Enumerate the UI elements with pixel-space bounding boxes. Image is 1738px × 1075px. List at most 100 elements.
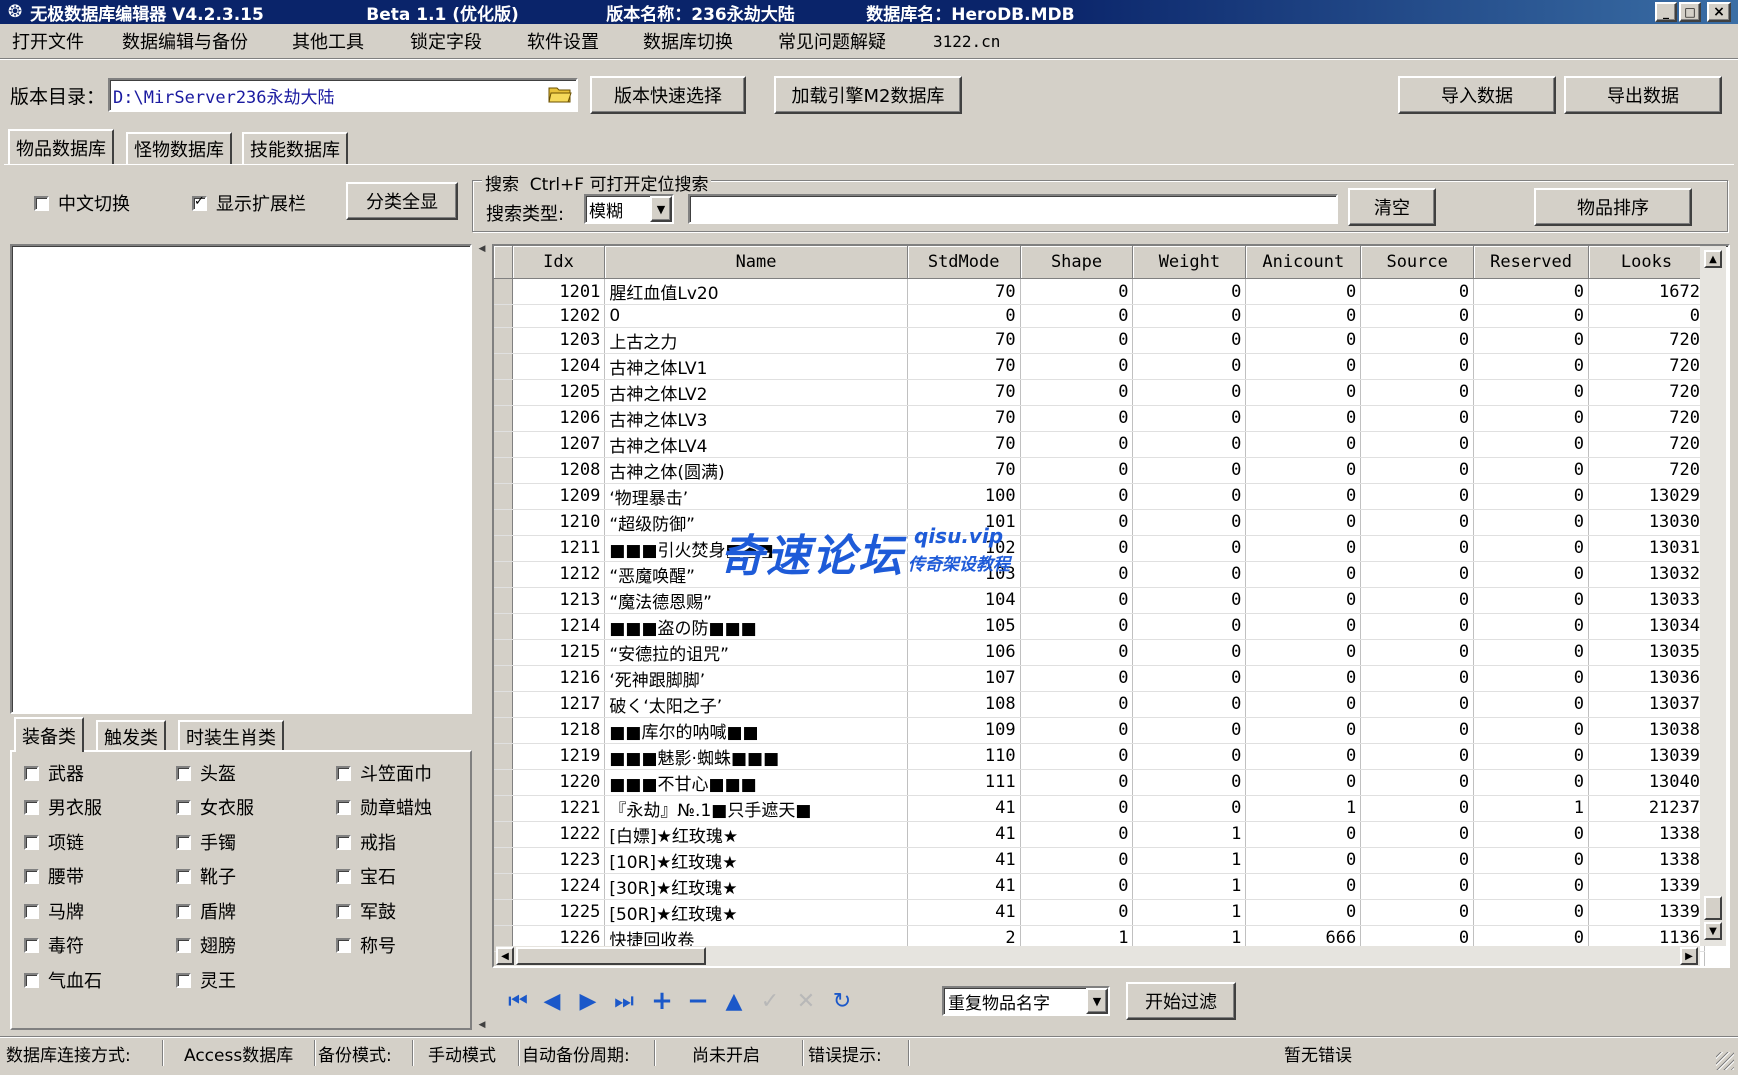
table-cell-shape[interactable]: 0 (1020, 691, 1134, 718)
table-cell-stdmode[interactable]: 105 (907, 613, 1021, 640)
tab-trigger[interactable]: 触发类 (96, 720, 166, 752)
insert-record-icon[interactable]: + (648, 986, 676, 1016)
col-idx[interactable]: Idx (512, 246, 606, 279)
table-cell-idx[interactable]: 1213 (512, 587, 606, 614)
search-input[interactable] (688, 194, 1338, 224)
table-cell-source[interactable]: 0 (1360, 304, 1475, 328)
col-source[interactable]: Source (1360, 246, 1475, 279)
table-cell-anicount[interactable]: 0 (1245, 769, 1362, 796)
table-cell-anicount[interactable]: 0 (1245, 535, 1362, 562)
table-cell-idx[interactable]: 1205 (512, 379, 606, 406)
table-cell-name[interactable]: ‘死神跟脚脚’ (604, 665, 908, 692)
table-cell-idx[interactable]: 1203 (512, 327, 606, 354)
col-looks[interactable]: Looks (1588, 246, 1705, 279)
import-button[interactable]: 导入数据 (1398, 76, 1556, 114)
row-indicator[interactable] (494, 353, 513, 380)
table-cell-reserved[interactable]: 0 (1473, 278, 1589, 305)
category-checkbox[interactable]: 宝石 (336, 863, 396, 889)
table-cell-reserved[interactable]: 0 (1473, 769, 1589, 796)
panel-splitter[interactable]: ◀ ◀ (476, 244, 488, 1030)
table-cell-anicount[interactable]: 0 (1245, 639, 1362, 666)
table-row[interactable]: 1212 “恶魔唤醒” 103 0 0 0 0 0 13032 (494, 561, 1705, 588)
table-cell-looks[interactable]: 13031 (1588, 535, 1705, 562)
table-cell-weight[interactable]: 0 (1132, 769, 1247, 796)
table-cell-weight[interactable]: 1 (1132, 821, 1247, 848)
table-cell-shape[interactable]: 0 (1020, 821, 1134, 848)
table-cell-source[interactable]: 0 (1360, 587, 1475, 614)
table-cell-idx[interactable]: 1224 (512, 873, 606, 900)
table-cell-reserved[interactable]: 0 (1473, 353, 1589, 380)
row-indicator[interactable] (494, 587, 513, 614)
table-cell-anicount[interactable]: 0 (1245, 691, 1362, 718)
row-indicator[interactable] (494, 691, 513, 718)
table-row[interactable]: 1210 “超级防御” 101 0 0 0 0 0 13030 (494, 509, 1705, 536)
table-cell-anicount[interactable]: 0 (1245, 899, 1362, 926)
table-cell-stdmode[interactable]: 110 (907, 743, 1021, 770)
row-indicator[interactable] (494, 457, 513, 484)
table-cell-stdmode[interactable]: 104 (907, 587, 1021, 614)
table-cell-source[interactable]: 0 (1360, 665, 1475, 692)
table-cell-idx[interactable]: 1221 (512, 795, 606, 822)
table-cell-shape[interactable]: 0 (1020, 405, 1134, 432)
table-cell-name[interactable]: [白嫖]★红玫瑰★ (604, 821, 908, 848)
table-cell-stdmode[interactable]: 106 (907, 639, 1021, 666)
table-cell-source[interactable]: 0 (1360, 821, 1475, 848)
table-cell-weight[interactable]: 0 (1132, 405, 1247, 432)
table-cell-anicount[interactable]: 0 (1245, 327, 1362, 354)
category-checkbox[interactable]: 灵王 (176, 967, 236, 993)
category-checkbox[interactable]: 靴子 (176, 863, 236, 889)
table-cell-anicount[interactable]: 0 (1245, 304, 1362, 328)
table-cell-shape[interactable]: 0 (1020, 304, 1134, 328)
table-cell-reserved[interactable]: 0 (1473, 509, 1589, 536)
category-checkbox[interactable]: 戒指 (336, 829, 396, 855)
row-indicator[interactable] (494, 379, 513, 406)
table-row[interactable]: 1216 ‘死神跟脚脚’ 107 0 0 0 0 0 13036 (494, 665, 1705, 692)
table-cell-idx[interactable]: 1216 (512, 665, 606, 692)
table-row[interactable]: 1218 ■■库尔的呐喊■■ 109 0 0 0 0 0 13038 (494, 717, 1705, 744)
table-cell-reserved[interactable]: 0 (1473, 561, 1589, 588)
row-indicator[interactable] (494, 278, 513, 305)
table-cell-name[interactable]: ■■■盗の防■■■ (604, 613, 908, 640)
table-cell-shape[interactable]: 0 (1020, 899, 1134, 926)
scroll-thumb[interactable] (1704, 896, 1722, 920)
tab-equipment[interactable]: 装备类 (14, 717, 84, 752)
scroll-right-arrow-icon[interactable]: ▶ (1680, 947, 1698, 965)
table-cell-weight[interactable]: 0 (1132, 691, 1247, 718)
table-cell-idx[interactable]: 1217 (512, 691, 606, 718)
menu-db-switch[interactable]: 数据库切换 (643, 28, 778, 54)
refresh-icon[interactable]: ↻ (828, 986, 856, 1016)
menu-lock-fields[interactable]: 锁定字段 (410, 28, 527, 54)
table-cell-idx[interactable]: 1220 (512, 769, 606, 796)
table-row[interactable]: 1211 ■■■引火焚身■■■ 102 0 0 0 0 0 13031 (494, 535, 1705, 562)
table-cell-looks[interactable]: 13040 (1588, 769, 1705, 796)
category-checkbox[interactable]: 称号 (336, 932, 396, 958)
chevron-down-icon[interactable]: ▼ (1086, 988, 1108, 1014)
table-cell-weight[interactable]: 0 (1132, 613, 1247, 640)
col-name[interactable]: Name (604, 246, 908, 279)
table-cell-idx[interactable]: 1223 (512, 847, 606, 874)
col-stdmode[interactable]: StdMode (907, 246, 1021, 279)
table-cell-weight[interactable]: 1 (1132, 847, 1247, 874)
table-cell-anicount[interactable]: 0 (1245, 379, 1362, 406)
table-cell-anicount[interactable]: 1 (1245, 795, 1362, 822)
table-cell-source[interactable]: 0 (1360, 379, 1475, 406)
table-cell-anicount[interactable]: 0 (1245, 431, 1362, 458)
chevron-down-icon[interactable]: ▼ (650, 196, 672, 222)
row-indicator[interactable] (494, 483, 513, 510)
table-cell-reserved[interactable]: 0 (1473, 535, 1589, 562)
table-row[interactable]: 1219 ■■■魅影·蜘蛛■■■ 110 0 0 0 0 0 13039 (494, 743, 1705, 770)
table-cell-looks[interactable]: 0 (1588, 304, 1705, 328)
table-row[interactable]: 1220 ■■■不甘心■■■ 111 0 0 0 0 0 13040 (494, 769, 1705, 796)
category-checkbox[interactable]: 气血石 (24, 967, 102, 993)
table-row[interactable]: 1215 “安德拉的诅咒” 106 0 0 0 0 0 13035 (494, 639, 1705, 666)
table-cell-looks[interactable]: 13035 (1588, 639, 1705, 666)
category-checkbox[interactable]: 勋章蜡烛 (336, 794, 432, 820)
tab-items[interactable]: 物品数据库 (8, 129, 114, 164)
table-cell-reserved[interactable]: 0 (1473, 379, 1589, 406)
row-indicator[interactable] (494, 304, 513, 328)
table-cell-shape[interactable]: 0 (1020, 639, 1134, 666)
col-weight[interactable]: Weight (1132, 246, 1247, 279)
table-cell-source[interactable]: 0 (1360, 873, 1475, 900)
menu-settings[interactable]: 软件设置 (527, 28, 643, 54)
table-cell-source[interactable]: 0 (1360, 431, 1475, 458)
